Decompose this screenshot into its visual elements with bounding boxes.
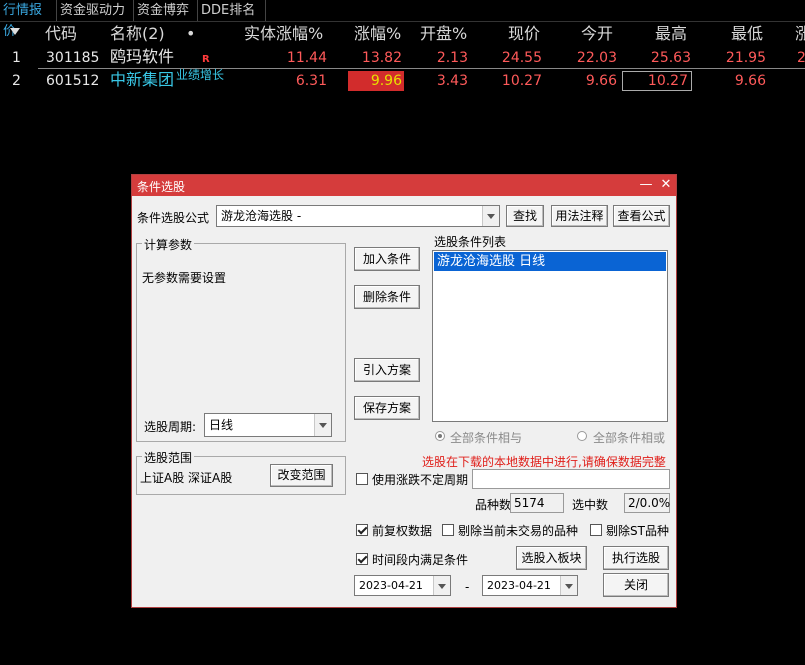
change-pct: 13.82: [361, 50, 402, 66]
open-pct: 2.13: [436, 50, 468, 66]
radio-and-label: 全部条件相与: [450, 431, 523, 445]
uncertain-period-label: 使用涨跌不定周期: [372, 473, 469, 487]
selected-value: 2/0.0%: [624, 493, 670, 513]
add-to-block-button[interactable]: 选股入板块: [516, 546, 587, 570]
row-index: 2: [12, 73, 21, 89]
col-header-low[interactable]: 最低: [731, 22, 763, 46]
col-header-code[interactable]: 代码: [45, 22, 77, 46]
change-range-button[interactable]: 改变范围: [270, 464, 333, 487]
close-icon[interactable]: ✕: [658, 177, 674, 193]
exclude-st-label: 剔除ST品种: [606, 524, 669, 538]
count-value: 5174: [510, 493, 564, 513]
more-col: 2: [797, 50, 805, 66]
tab-fund-game[interactable]: 资金博弈: [134, 0, 198, 21]
save-plan-button[interactable]: 保存方案: [354, 396, 420, 420]
uncertain-period-field[interactable]: [472, 469, 670, 489]
low: 9.66: [734, 73, 766, 89]
delete-condition-button[interactable]: 删除条件: [354, 285, 420, 309]
add-condition-button[interactable]: 加入条件: [354, 247, 420, 271]
radio-and[interactable]: [435, 431, 445, 441]
col-header-dot: •: [186, 24, 196, 43]
calc-params-caption: 计算参数: [142, 236, 195, 253]
pre-adjust-label: 前复权数据: [372, 524, 433, 538]
entity-change: 6.31: [295, 73, 327, 89]
row-index: 1: [12, 50, 21, 66]
selected-label: 选中数: [572, 498, 609, 512]
col-header-entity-change[interactable]: 实体涨幅%: [244, 22, 323, 46]
col-header-change-pct[interactable]: 涨幅%: [354, 22, 401, 46]
stock-code: 601512: [46, 73, 100, 89]
formula-value: 游龙沧海选股 -: [221, 209, 302, 223]
chevron-down-icon[interactable]: [560, 576, 577, 595]
period-label: 选股周期:: [144, 420, 197, 434]
col-header-more[interactable]: 涨: [795, 22, 805, 46]
radio-or[interactable]: [577, 431, 587, 441]
top-tab-bar: 行情报价 资金驱动力 资金博弈 DDE排名: [0, 0, 805, 39]
high: 10.27: [647, 73, 688, 89]
uncertain-period-checkbox[interactable]: [356, 473, 368, 485]
chevron-down-icon[interactable]: [482, 206, 499, 226]
col-header-today-open[interactable]: 今开: [581, 22, 613, 46]
count-label: 品种数: [475, 498, 512, 512]
period-select[interactable]: 日线: [204, 413, 332, 437]
change-pct: 9.96: [370, 73, 402, 89]
time-range-checkbox[interactable]: [356, 553, 368, 565]
col-header-open-pct[interactable]: 开盘%: [420, 22, 467, 46]
list-item[interactable]: 游龙沧海选股 日线: [434, 252, 666, 271]
chevron-down-icon[interactable]: [433, 576, 450, 595]
condition-list[interactable]: 游龙沧海选股 日线: [432, 250, 668, 422]
search-button[interactable]: 查找: [506, 205, 544, 227]
r-badge: R: [202, 54, 210, 65]
today-open: 22.03: [576, 50, 617, 66]
tab-quote[interactable]: 行情报价: [0, 0, 57, 39]
col-header-high[interactable]: 最高: [655, 22, 687, 46]
condition-stock-picker-dialog: 条件选股 — ✕ 条件选股公式 游龙沧海选股 - 查找 用法注释 查看公式 计算…: [131, 174, 677, 608]
execute-selection-button[interactable]: 执行选股: [603, 546, 669, 570]
stock-code: 301185: [46, 50, 100, 66]
dialog-title-bar[interactable]: 条件选股 — ✕: [132, 175, 676, 196]
range-caption: 选股范围: [142, 449, 195, 466]
date-to-select[interactable]: 2023-04-21: [482, 575, 578, 596]
tab-fund-drive[interactable]: 资金驱动力: [57, 0, 134, 21]
formula-label: 条件选股公式: [137, 211, 210, 225]
data-warning-text: 选股在下载的本地数据中进行,请确保数据完整: [422, 455, 666, 469]
price: 10.27: [501, 73, 542, 89]
import-plan-button[interactable]: 引入方案: [354, 358, 420, 382]
date-from-select[interactable]: 2023-04-21: [354, 575, 451, 596]
dialog-title: 条件选股: [137, 180, 186, 194]
open-pct: 3.43: [436, 73, 468, 89]
usage-notes-button[interactable]: 用法注释: [551, 205, 608, 227]
low: 21.95: [725, 50, 766, 66]
today-open: 9.66: [585, 73, 617, 89]
formula-select[interactable]: 游龙沧海选股 -: [216, 205, 500, 227]
chevron-down-icon[interactable]: [314, 414, 331, 436]
high: 25.63: [650, 50, 691, 66]
price: 24.55: [501, 50, 542, 66]
date-to-value: 2023-04-21: [487, 579, 551, 592]
time-range-label: 时间段内满足条件: [372, 553, 469, 567]
condition-list-caption: 选股条件列表: [434, 235, 507, 249]
entity-change: 11.44: [286, 50, 327, 66]
col-header-name[interactable]: 名称(2): [110, 22, 165, 46]
tab-dde-rank[interactable]: DDE排名: [198, 0, 266, 21]
exclude-untraded-label: 剔除当前未交易的品种: [458, 524, 579, 538]
minimize-icon[interactable]: —: [638, 177, 654, 193]
view-formula-button[interactable]: 查看公式: [613, 205, 670, 227]
exclude-untraded-checkbox[interactable]: [442, 524, 454, 536]
stock-name: 中新集团: [110, 70, 175, 89]
period-value: 日线: [209, 418, 234, 432]
stock-name: 鸥玛软件: [110, 47, 175, 66]
radio-or-label: 全部条件相或: [593, 431, 666, 445]
col-header-price[interactable]: 现价: [508, 22, 540, 46]
date-from-value: 2023-04-21: [359, 579, 423, 592]
sort-arrow-icon[interactable]: [10, 28, 20, 35]
date-separator: -: [465, 580, 470, 594]
exclude-st-checkbox[interactable]: [590, 524, 602, 536]
range-value: 上证A股 深证A股: [140, 471, 233, 485]
pre-adjust-checkbox[interactable]: [356, 524, 368, 536]
close-button[interactable]: 关闭: [603, 573, 669, 597]
no-params-text: 无参数需要设置: [142, 271, 227, 285]
concept-tag: 业绩增长: [176, 68, 225, 82]
